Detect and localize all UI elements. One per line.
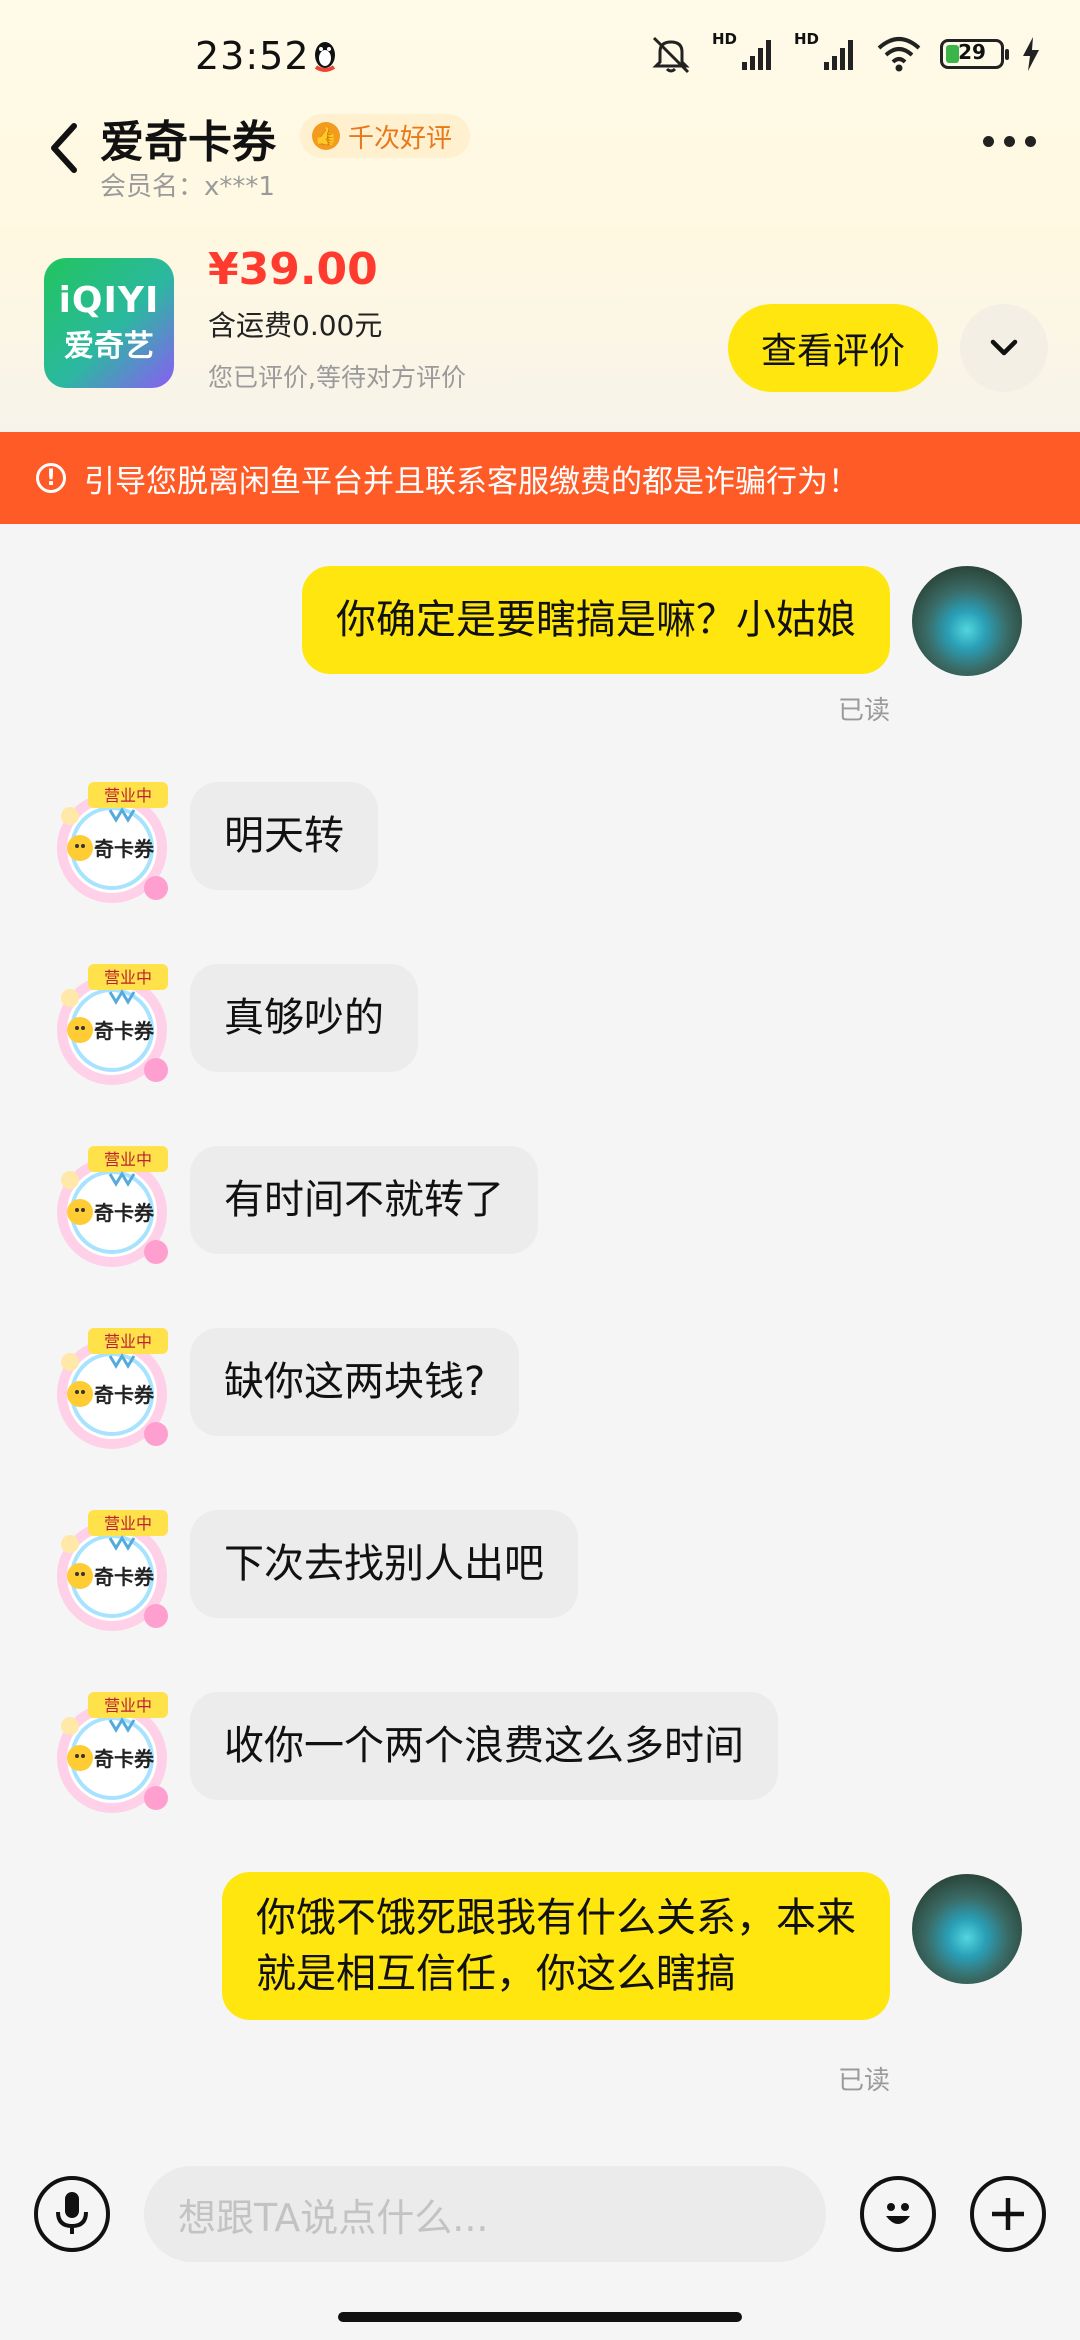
message-bubble-them[interactable]: 明天转 <box>190 782 378 890</box>
shop-avatar[interactable]: 营业中奇卡券 <box>50 958 180 1088</box>
charging-icon <box>1023 37 1039 71</box>
shop-avatar-name: 奇卡券 <box>94 1565 155 1589</box>
microphone-icon <box>56 2192 88 2234</box>
rating-status: 您已评价,等待对方评价 <box>208 363 466 392</box>
shop-avatar-name: 奇卡券 <box>94 1383 155 1407</box>
view-review-button[interactable]: 查看评价 <box>728 304 938 392</box>
chevron-down-icon <box>990 339 1018 356</box>
signal-icon-2: HD <box>794 30 858 74</box>
thumbs-up-icon: 👍 <box>312 122 340 150</box>
shipping-fee: 含运费0.00元 <box>208 309 383 342</box>
read-receipt: 已读 <box>837 2066 890 2096</box>
message-bubble-them[interactable]: 下次去找别人出吧 <box>190 1510 578 1618</box>
message-bubble-them[interactable]: 缺你这两块钱? <box>190 1328 520 1436</box>
message-bubble-them[interactable]: 收你一个两个浪费这么多时间 <box>190 1692 778 1800</box>
message-bubble-me[interactable]: 你饿不饿死跟我有什么关系，本来 就是相互信任，你这么瞎搞 <box>222 1872 890 2020</box>
shop-avatar[interactable]: 营业中奇卡券 <box>50 1322 180 1452</box>
rating-badge-label: 千次好评 <box>348 123 453 154</box>
message-bubble-me[interactable]: 你确定是要瞎搞是嘛？小姑娘 <box>302 566 890 674</box>
wifi-icon <box>877 37 921 72</box>
back-arrow-icon[interactable] <box>44 118 84 178</box>
shop-avatar[interactable]: 营业中奇卡券 <box>50 1140 180 1270</box>
shop-avatar-tag: 营业中 <box>104 1150 152 1169</box>
my-avatar[interactable] <box>912 1874 1022 1984</box>
fraud-warning-banner: ! 引导您脱离闲鱼平台并且联系客服缴费的都是诈骗行为！ <box>0 432 1080 524</box>
shop-avatar-name: 奇卡券 <box>94 1747 155 1771</box>
smiley-icon <box>886 2203 910 2224</box>
message-bubble-them[interactable]: 真够吵的 <box>190 964 418 1072</box>
qq-icon <box>314 42 336 72</box>
message-input[interactable]: 想跟TA说点什么... <box>144 2166 826 2262</box>
shop-avatar-tag: 营业中 <box>104 1332 152 1351</box>
message-bubble-them[interactable]: 有时间不就转了 <box>190 1146 538 1254</box>
shop-avatar-name: 奇卡券 <box>94 1019 155 1043</box>
product-logo[interactable]: iQIYI 爱奇艺 <box>44 258 174 388</box>
signal-icon-1: HD <box>712 30 776 74</box>
shop-avatar-tag: 营业中 <box>104 1696 152 1715</box>
home-indicator[interactable] <box>338 2312 742 2322</box>
battery-icon: 29 <box>940 39 1009 69</box>
shop-avatar-tag: 营业中 <box>104 968 152 987</box>
plus-icon <box>992 2198 1024 2230</box>
emoji-button[interactable] <box>860 2176 936 2252</box>
shop-avatar-tag: 营业中 <box>104 1514 152 1533</box>
mute-bell-icon <box>652 36 690 74</box>
fraud-warning-text: 引导您脱离闲鱼平台并且联系客服缴费的都是诈骗行为！ <box>84 463 859 500</box>
my-avatar[interactable] <box>912 566 1022 676</box>
read-receipt: 已读 <box>837 696 890 726</box>
more-options-icon[interactable] <box>983 136 1036 147</box>
member-name: 会员名：x***1 <box>100 172 275 202</box>
product-price: ¥39.00 <box>208 244 378 295</box>
chat-title: 爱奇卡券 <box>100 117 276 168</box>
status-time: 23:52 <box>195 34 310 78</box>
add-attachment-button[interactable] <box>970 2176 1046 2252</box>
shop-avatar-tag: 营业中 <box>104 786 152 805</box>
shop-avatar-name: 奇卡券 <box>94 1201 155 1225</box>
status-bar: 23:52 HD HD 29 <box>0 0 1080 110</box>
shop-avatar[interactable]: 营业中奇卡券 <box>50 1686 180 1816</box>
shop-avatar-name: 奇卡券 <box>94 837 155 861</box>
shop-avatar[interactable]: 营业中奇卡券 <box>50 776 180 906</box>
rating-badge: 👍 千次好评 <box>300 114 471 158</box>
voice-button[interactable] <box>34 2176 110 2252</box>
expand-button[interactable] <box>960 304 1048 392</box>
shop-avatar[interactable]: 营业中奇卡券 <box>50 1504 180 1634</box>
warning-icon: ! <box>36 463 66 493</box>
